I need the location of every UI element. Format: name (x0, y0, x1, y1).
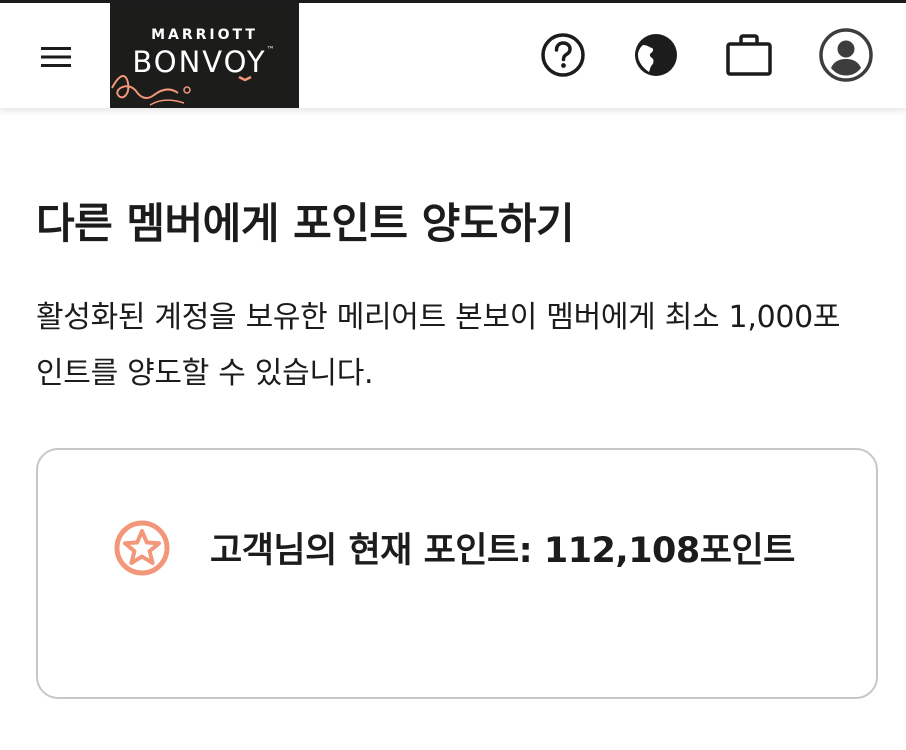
star-icon (114, 520, 170, 576)
trips-button[interactable] (721, 27, 777, 83)
account-button[interactable] (818, 27, 874, 83)
help-icon (541, 33, 585, 77)
page-description: 활성화된 계정을 보유한 메리어트 본보이 멤버에게 최소 1,000포인트를 … (36, 300, 841, 391)
current-points-text: 고객님의 현재 포인트: 112,108포인트 (210, 531, 795, 571)
logo-underline-accent (238, 75, 252, 82)
marriott-bonvoy-logo[interactable]: MARRIOTT BONVOY™ (110, 3, 299, 108)
briefcase-icon (726, 34, 772, 76)
globe-icon (635, 34, 677, 76)
menu-icon (41, 47, 71, 67)
menu-button[interactable] (36, 37, 76, 77)
help-button[interactable] (535, 27, 591, 83)
app-header: MARRIOTT BONVOY™ (0, 3, 906, 108)
account-icon (819, 28, 873, 82)
current-points-card: 고객님의 현재 포인트: 112,108포인트 (36, 448, 878, 699)
language-button[interactable] (628, 27, 684, 83)
page-title: 다른 멤버에게 포인트 양도하기 (36, 199, 575, 248)
